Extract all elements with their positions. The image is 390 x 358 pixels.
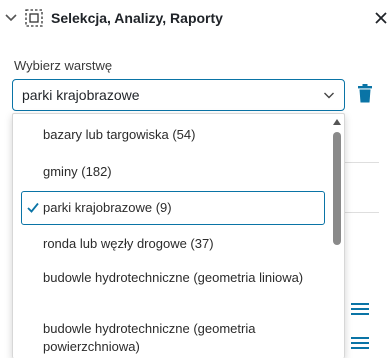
selection-box-icon bbox=[25, 9, 43, 27]
background-divider bbox=[345, 212, 379, 213]
layer-select-value: parki krajobrazowe bbox=[22, 87, 140, 103]
dropdown-option-selected[interactable]: parki krajobrazowe (9) bbox=[21, 191, 325, 225]
selection-panel: Selekcja, Analizy, Raporty Wybierz warst… bbox=[0, 0, 390, 358]
dropdown-option[interactable]: budowle hydrotechniczne (geometria linio… bbox=[21, 269, 325, 305]
layer-dropdown-list: bazary lub targowiska (54) gminy (182) p… bbox=[12, 113, 345, 358]
checkmark-icon bbox=[27, 202, 39, 213]
dropdown-option[interactable]: bazary lub targowiska (54) bbox=[21, 126, 325, 144]
chevron-down-icon[interactable] bbox=[4, 11, 18, 25]
menu-icon[interactable] bbox=[351, 302, 369, 316]
panel-title: Selekcja, Analizy, Raporty bbox=[51, 10, 223, 26]
dropdown-option[interactable]: budowle hydrotechniczne (geometria powie… bbox=[21, 320, 325, 356]
layer-label: Wybierz warstwę bbox=[14, 58, 113, 73]
panel-header: Selekcja, Analizy, Raporty bbox=[0, 0, 390, 38]
scrollbar-thumb[interactable] bbox=[333, 132, 341, 245]
dropdown-option[interactable]: gminy (182) bbox=[21, 163, 325, 181]
close-icon[interactable] bbox=[374, 11, 388, 25]
dropdown-option[interactable]: ronda lub węzły drogowe (37) bbox=[21, 235, 325, 253]
chevron-down-icon bbox=[324, 92, 334, 99]
menu-icon[interactable] bbox=[351, 336, 369, 350]
trash-icon[interactable] bbox=[357, 84, 373, 103]
background-divider bbox=[345, 162, 379, 163]
scroll-up-arrow-icon[interactable] bbox=[332, 118, 342, 126]
layer-select[interactable]: parki krajobrazowe bbox=[12, 79, 345, 111]
